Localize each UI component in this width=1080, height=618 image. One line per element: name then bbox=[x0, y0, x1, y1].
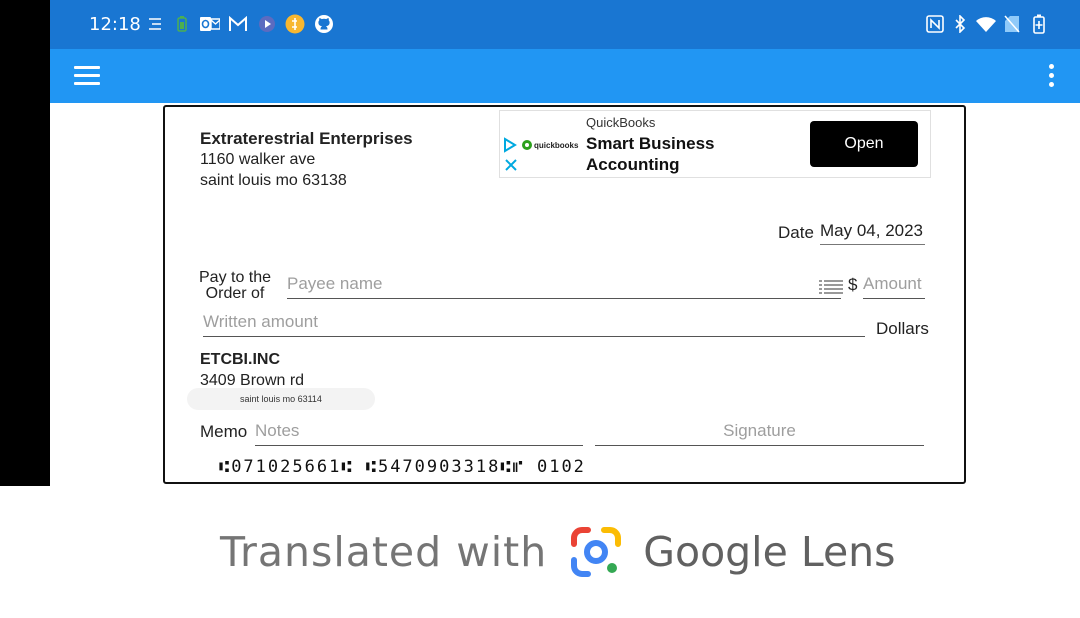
ad-banner[interactable]: quickbooks QuickBooks Smart Business Acc… bbox=[499, 110, 931, 178]
nfc-icon bbox=[925, 13, 945, 35]
pay-to-line2: Order of bbox=[205, 285, 265, 302]
signature-field[interactable]: Signature bbox=[595, 421, 924, 446]
dollars-label: Dollars bbox=[876, 319, 929, 338]
ad-close-icon[interactable] bbox=[503, 157, 519, 173]
amount-field[interactable]: Amount bbox=[863, 274, 925, 299]
date-field[interactable]: May 04, 2023 bbox=[820, 221, 925, 245]
github-icon bbox=[313, 13, 335, 35]
wifi-icon bbox=[974, 13, 998, 35]
svg-text:quickbooks: quickbooks bbox=[534, 141, 579, 150]
outlook-icon bbox=[199, 13, 221, 35]
gmail-icon bbox=[227, 13, 249, 35]
ad-brand: QuickBooks bbox=[586, 115, 656, 130]
dollar-sign: $ bbox=[848, 275, 858, 294]
memo-field[interactable]: Notes bbox=[255, 421, 583, 446]
app-bar bbox=[50, 49, 1080, 103]
play-icon bbox=[257, 13, 277, 35]
ad-headline-line2: Accounting bbox=[586, 155, 680, 174]
payer-block[interactable]: Extraterestrial Enterprises 1160 walker … bbox=[200, 128, 413, 191]
ad-quickbooks-logo-icon: quickbooks bbox=[504, 137, 579, 153]
pay-to-label: Pay to the Order of bbox=[199, 270, 271, 302]
payer-address-line1: 1160 walker ave bbox=[200, 151, 316, 168]
hamburger-menu-icon[interactable] bbox=[74, 66, 100, 86]
date-label: Date bbox=[778, 223, 814, 242]
lens-brand-text: Google Lens bbox=[643, 528, 896, 576]
micr-account: ⑆5470903318⑆⑈ bbox=[365, 457, 525, 477]
more-vert-icon[interactable] bbox=[1046, 64, 1056, 90]
bluetooth-icon bbox=[952, 13, 968, 35]
payer-name: Extraterestrial Enterprises bbox=[200, 129, 413, 148]
flow-icon bbox=[146, 13, 164, 35]
micr-line: ⑆071025661⑆ ⑆5470903318⑆⑈ 0102 bbox=[219, 457, 586, 477]
battery-saver-icon bbox=[175, 13, 189, 35]
coin-icon bbox=[284, 13, 306, 35]
status-time: 12:18 bbox=[89, 14, 141, 35]
bank-name: ETCBI.INC bbox=[200, 351, 280, 368]
bank-block[interactable]: ETCBI.INC 3409 Brown rd bbox=[200, 349, 304, 391]
ad-headline-line1: Smart Business bbox=[586, 134, 715, 153]
google-lens-watermark: Translated with Google Lens bbox=[220, 522, 896, 582]
google-lens-icon bbox=[571, 527, 622, 577]
memo-label: Memo bbox=[200, 422, 248, 441]
micr-routing: ⑆071025661⑆ bbox=[219, 457, 354, 477]
status-bar: 12:18 bbox=[50, 0, 1080, 49]
written-amount-field[interactable]: Written amount bbox=[203, 312, 865, 337]
battery-charging-icon bbox=[1031, 13, 1047, 35]
no-sim-icon bbox=[1003, 13, 1021, 35]
lens-translated-text: Translated with bbox=[220, 528, 548, 576]
payee-name-field[interactable]: Payee name bbox=[287, 274, 841, 299]
pay-to-line1: Pay to the bbox=[199, 269, 272, 286]
payee-list-icon[interactable] bbox=[819, 279, 843, 295]
check-card: Extraterestrial Enterprises 1160 walker … bbox=[163, 105, 966, 484]
bank-address-line2: saint louis mo 63114 bbox=[187, 388, 375, 410]
left-black-bar bbox=[0, 0, 50, 486]
payer-address-line2: saint louis mo 63138 bbox=[200, 172, 347, 189]
ad-open-button[interactable]: Open bbox=[810, 121, 918, 167]
micr-check-number: 0102 bbox=[536, 457, 586, 477]
ad-headline: Smart Business Accounting bbox=[586, 133, 715, 175]
